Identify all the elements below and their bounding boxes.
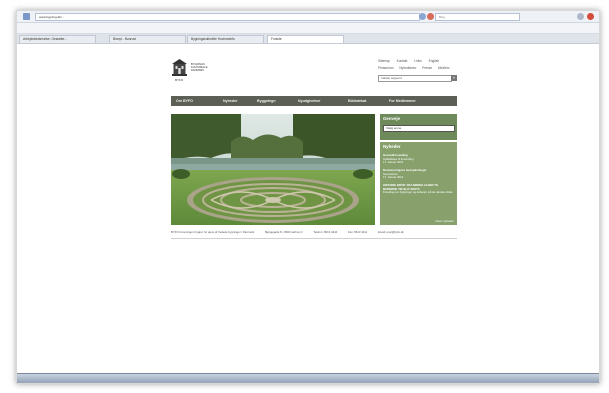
nav-item-for-medlemmer[interactable]: For Medlemmer [389,96,416,106]
tab-strip: Arbejdsbeskrivelse, Gestalter... Bionyt -… [17,34,599,44]
top-links: Sitemap Kontakt Links English [378,59,445,63]
news-panel: Nyheder Generalforsamling Indkaldelse ti… [380,142,457,225]
top-link-kontakt[interactable]: Kontakt [397,59,408,63]
browser-tab[interactable]: Bionyt - Nonrust [109,35,186,43]
shortcuts-select[interactable]: Vælg emne [383,125,455,132]
top-link-presserum[interactable]: Presserum [378,66,393,70]
shortcuts-panel: Genveje Vælg emne [380,114,457,140]
browser-tab[interactable]: Forside [267,35,344,43]
news-item[interactable]: Restaureringens Genoplivninger Seminariu… [383,168,455,180]
home-icon[interactable] [577,13,584,20]
nav-item-bibliotekat[interactable]: Bibliotekat [348,96,366,106]
os-taskbar [17,373,599,383]
hero-garden-image [171,114,375,225]
footer-email[interactable]: Email: post@byfo.dk [378,230,404,234]
top-link-nyhedsbrev[interactable]: Nyhedsbrev [399,66,416,70]
footer-address: Bjergegade 8 • 8000 Aarhus C [264,230,303,234]
nav-item-nyudgivelser[interactable]: Nyudgivelser [298,96,321,106]
shortcuts-title: Genveje [383,116,401,121]
top-link-links[interactable]: Links [414,59,421,63]
news-text: Foredrag om bygninger og kulturarv på de… [383,190,453,195]
bookmarks-bar: Most GoogleHotlistNordicBylwalk - artsai… [17,23,599,34]
nav-item-om-byfo[interactable]: Om BYFO [176,96,193,106]
stop-icon[interactable] [427,13,434,20]
footer-divider [171,238,457,239]
address-bar-row: www.bygning.dk/... Bing [17,11,599,23]
refresh-icon[interactable] [419,13,426,20]
news-item[interactable]: Generalforsamling Indkaldelse til forsam… [383,153,455,165]
nav-item-nyheder[interactable]: Nyheder [223,96,237,106]
top-link-medlem[interactable]: Medlem [438,66,449,70]
secondary-links: Presserum Nyhedsbrev Presse Medlem [378,66,454,70]
site-favicon-icon [23,13,30,20]
browser-search-input[interactable]: Bing [435,13,520,21]
browser-window: www.bygning.dk/... Bing Most GoogleHotli… [16,10,600,384]
main-navigation: Om BYFO Nyheder Byggetegn Nyudgivelser B… [171,96,457,106]
footer-phone: Telefon: 8613 4444 [313,230,338,234]
site-search-button[interactable]: » [451,75,457,81]
browser-tab[interactable]: Bygningskulturelle Huvmaninfo [187,35,264,43]
news-date: 17. Januar 2012 [383,160,404,165]
news-item[interactable]: HISTORIE BRUD: FRA MIDDELALDER TIL MODER… [383,183,455,195]
news-date: 17. Januar 2012 [383,175,404,180]
close-window-icon[interactable] [587,13,594,20]
logo-line: DANMARK [191,69,204,73]
byfo-logo-icon[interactable] [172,59,187,76]
page-footer: BYFO Foreningen til gavn for ejere af fr… [171,230,457,237]
nav-item-byggetegn[interactable]: Byggetegn [257,96,276,106]
browser-tab[interactable]: Arbejdsbeskrivelse, Gestalter... [19,35,96,43]
top-link-sitemap[interactable]: Sitemap [378,59,390,63]
address-input[interactable]: www.bygning.dk/... [35,13,420,21]
footer-org: BYFO Foreningen til gavn for ejere af fr… [171,230,255,234]
logo-wordmark: BYGNINGS KULTURELLE DANMARK [191,63,231,73]
site-search-input[interactable]: Indtast søgeord [378,75,452,82]
web-page: BYGNINGS KULTURELLE DANMARK BYFO Sitemap… [17,44,599,383]
logo-subtitle: BYFO [175,78,184,82]
footer-fax: Fax: 8613 4411 [347,230,368,234]
top-link-presse[interactable]: Presse [422,66,432,70]
top-link-english[interactable]: English [429,59,439,63]
more-news-link[interactable]: Flere nyheder [435,219,454,223]
news-title: Nyheder [383,144,401,149]
